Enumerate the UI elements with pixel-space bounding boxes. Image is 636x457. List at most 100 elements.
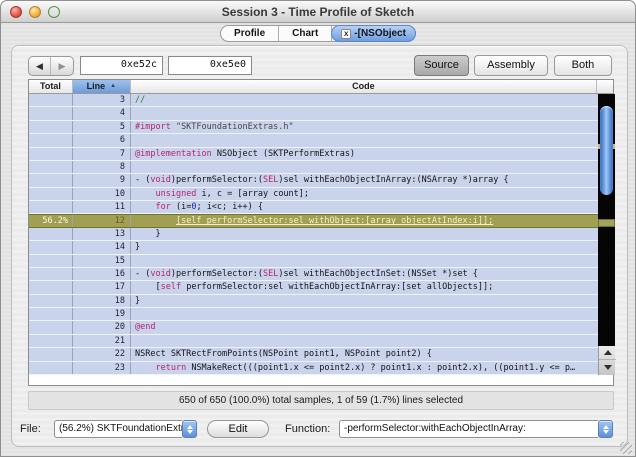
table-row[interactable]: 14} xyxy=(29,241,598,255)
code-cell xyxy=(131,161,598,173)
table-body: 3 // 4 5 #import "SKTFoundationExtras.h" 6 7 @i… xyxy=(29,94,616,375)
window-title: Session 3 - Time Profile of Sketch xyxy=(221,5,415,19)
code-cell: - (void)performSelector:(SEL)sel withEac… xyxy=(135,175,509,186)
address-field-start[interactable]: 0xe52c xyxy=(80,56,163,75)
table-row[interactable]: 9 - (void)performSelector:(SEL)sel withEa… xyxy=(29,174,598,188)
scroll-down-icon xyxy=(603,364,612,370)
table-row[interactable]: 11 for (i=0; i<c; i++) { xyxy=(29,201,598,215)
scrollbar-thumb[interactable] xyxy=(600,106,613,195)
code-cell: unsigned i, c = [array count]; xyxy=(155,188,310,199)
table-row[interactable]: 3 // xyxy=(29,94,598,108)
table-row[interactable]: 7 @implementation NSObject (SKTPerformExt… xyxy=(29,147,598,161)
table-row[interactable]: 21 xyxy=(29,334,598,349)
line-number-cell: 14 xyxy=(73,241,131,254)
total-cell xyxy=(29,241,73,254)
table-row[interactable]: 56.2% 12 [self performSelector:sel withOb… xyxy=(29,214,598,228)
code-cell: NSRect SKTRectFromPoints(NSPoint point1,… xyxy=(135,349,432,360)
file-popup[interactable]: (56.2%) SKTFoundationExtras xyxy=(54,420,197,438)
tab-chart[interactable]: Chart xyxy=(279,26,333,41)
total-cell: 56.2% xyxy=(29,215,73,227)
total-cell xyxy=(29,187,73,200)
content-panel: ◀ ▶ 0xe52c 0xe5e0 Source Assembly Both T… xyxy=(11,45,628,447)
scroll-up-button[interactable] xyxy=(599,346,616,360)
table-header: Total Line ▲ Code xyxy=(29,80,613,94)
code-cell: } xyxy=(135,242,141,253)
total-cell xyxy=(29,348,73,361)
table-row[interactable]: 17 [self performSelector:sel withEachObj… xyxy=(29,281,598,295)
total-cell xyxy=(29,281,73,294)
table-row[interactable]: 5 #import "SKTFoundationExtras.h" xyxy=(29,120,598,135)
column-header-code[interactable]: Code xyxy=(131,80,598,93)
close-tab-icon[interactable]: x xyxy=(341,28,352,39)
tab-nsobject-label: -[NSObject xyxy=(354,28,406,39)
total-cell xyxy=(29,147,73,160)
line-number-cell: 12 xyxy=(73,215,131,227)
total-cell xyxy=(29,308,73,321)
code-cell xyxy=(131,107,598,119)
zoom-window-button[interactable] xyxy=(48,6,60,18)
back-button[interactable]: ◀ xyxy=(29,57,51,75)
table-row[interactable]: 18} xyxy=(29,294,598,308)
table-row[interactable]: 22 NSRect SKTRectFromPoints(NSPoint point… xyxy=(29,348,598,362)
source-view-button[interactable]: Source xyxy=(414,55,469,76)
forward-button[interactable]: ▶ xyxy=(51,57,73,75)
line-number-cell: 9 xyxy=(73,174,131,187)
table-row[interactable]: 19 xyxy=(29,308,598,322)
line-number-cell: 6 xyxy=(73,134,131,147)
line-number-cell: 19 xyxy=(73,308,131,321)
table-row[interactable]: 6 xyxy=(29,134,598,148)
table-row[interactable]: 16 - (void)performSelector:(SEL)sel withE… xyxy=(29,267,598,282)
tab-bar: Profile Chart x -[NSObject xyxy=(1,25,635,42)
total-cell xyxy=(29,361,73,374)
table-row[interactable]: 13 } xyxy=(29,227,598,242)
function-label: Function: xyxy=(285,423,331,435)
column-header-spacer xyxy=(597,80,613,93)
table-row[interactable]: 4 xyxy=(29,107,598,121)
table-row[interactable]: 15 xyxy=(29,254,598,268)
code-cell: - (void)performSelector:(SEL)sel withEac… xyxy=(135,268,478,279)
resize-grip[interactable] xyxy=(620,442,632,454)
assembly-view-button[interactable]: Assembly xyxy=(474,55,548,76)
code-cell: } xyxy=(135,228,161,239)
file-popup-arrows-icon[interactable] xyxy=(182,420,197,438)
code-cell: } xyxy=(135,295,141,306)
forward-arrow-icon: ▶ xyxy=(58,60,66,71)
line-number-cell: 11 xyxy=(73,201,131,214)
line-number-cell: 17 xyxy=(73,281,131,294)
table-row[interactable]: 10 unsigned i, c = [array count]; xyxy=(29,187,598,201)
function-popup-arrows-icon[interactable] xyxy=(598,420,613,438)
scroll-down-button[interactable] xyxy=(599,360,616,374)
status-bar: 650 of 650 (100.0%) total samples, 1 of … xyxy=(28,391,614,410)
address-field-end[interactable]: 0xe5e0 xyxy=(168,56,252,75)
code-cell: #import "SKTFoundationExtras.h" xyxy=(135,121,294,132)
code-table: Total Line ▲ Code 3 // 4 5 #import "SKTFound… xyxy=(28,79,616,386)
total-cell xyxy=(29,227,73,241)
table-row[interactable]: 23 return NSMakeRect(((point1.x <= point… xyxy=(29,361,598,375)
title-bar[interactable]: Session 3 - Time Profile of Sketch xyxy=(1,1,635,23)
line-number-cell: 15 xyxy=(73,254,131,267)
function-popup-value: -performSelector:withEachObjectInArray: xyxy=(339,420,598,438)
tab-nsobject[interactable]: x -[NSObject xyxy=(331,25,416,42)
line-number-cell: 7 xyxy=(73,147,131,160)
scrollbar-hotspot-track[interactable] xyxy=(598,94,615,346)
column-header-total[interactable]: Total xyxy=(29,80,73,93)
code-cell xyxy=(131,335,598,347)
minimize-window-button[interactable] xyxy=(29,6,41,18)
both-view-button[interactable]: Both xyxy=(554,55,612,76)
line-number-cell: 3 xyxy=(73,94,131,107)
vertical-scrollbar[interactable] xyxy=(598,94,616,375)
function-popup[interactable]: -performSelector:withEachObjectInArray: xyxy=(339,420,613,438)
hotspot-marker xyxy=(598,219,615,227)
line-number-cell: 8 xyxy=(73,160,131,174)
table-row[interactable]: 20 @end xyxy=(29,321,598,335)
column-header-line[interactable]: Line ▲ xyxy=(72,80,131,93)
line-number-cell: 23 xyxy=(73,361,131,374)
total-cell xyxy=(29,267,73,281)
edit-button[interactable]: Edit xyxy=(207,420,269,438)
table-row[interactable]: 8 xyxy=(29,160,598,175)
back-arrow-icon: ◀ xyxy=(36,60,43,71)
code-cell xyxy=(131,134,598,146)
close-window-button[interactable] xyxy=(10,6,22,18)
total-cell xyxy=(29,201,73,214)
tab-profile[interactable]: Profile xyxy=(221,26,280,41)
